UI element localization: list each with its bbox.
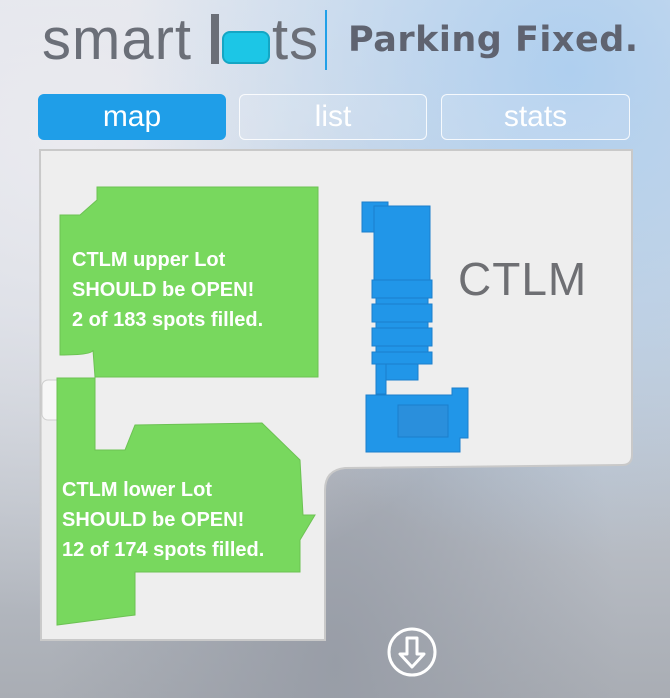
lot-upper-status: SHOULD be OPEN!: [72, 279, 255, 301]
building-label: CTLM: [458, 253, 588, 305]
lot-lower-info: CTLM lower Lot SHOULD be OPEN! 12 of 174…: [62, 475, 264, 565]
map-canvas: [38, 149, 633, 641]
lot-lower-name: CTLM lower Lot: [62, 479, 212, 501]
lot-lower-spots: 12 of 174 spots filled.: [62, 539, 265, 561]
arrow-down-circle-icon[interactable]: [386, 626, 438, 678]
lot-upper-name: CTLM upper Lot: [72, 249, 226, 271]
lot-upper-spots: 2 of 183 spots filled.: [72, 309, 264, 331]
lot-lower-status: SHOULD be OPEN!: [62, 509, 245, 531]
lot-upper-info: CTLM upper Lot SHOULD be OPEN! 2 of 183 …: [72, 245, 263, 335]
